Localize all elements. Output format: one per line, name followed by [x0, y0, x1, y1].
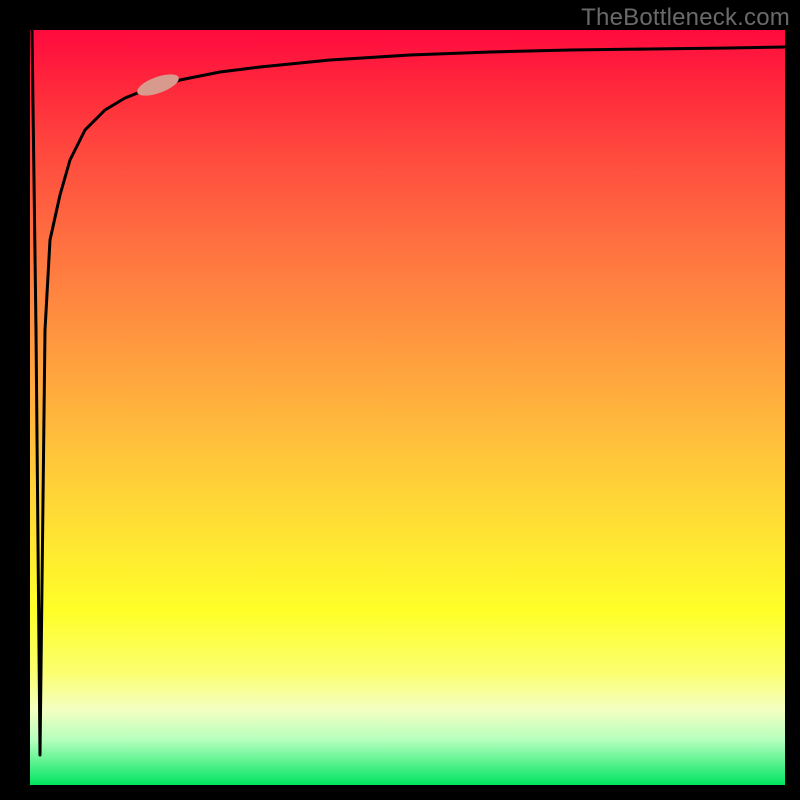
- watermark-text: TheBottleneck.com: [581, 4, 790, 32]
- curve-layer: [30, 30, 785, 785]
- pill-marker: [135, 70, 182, 100]
- bottleneck-curve: [32, 30, 785, 755]
- chart-frame: TheBottleneck.com: [0, 0, 800, 800]
- plot-area: [30, 30, 785, 785]
